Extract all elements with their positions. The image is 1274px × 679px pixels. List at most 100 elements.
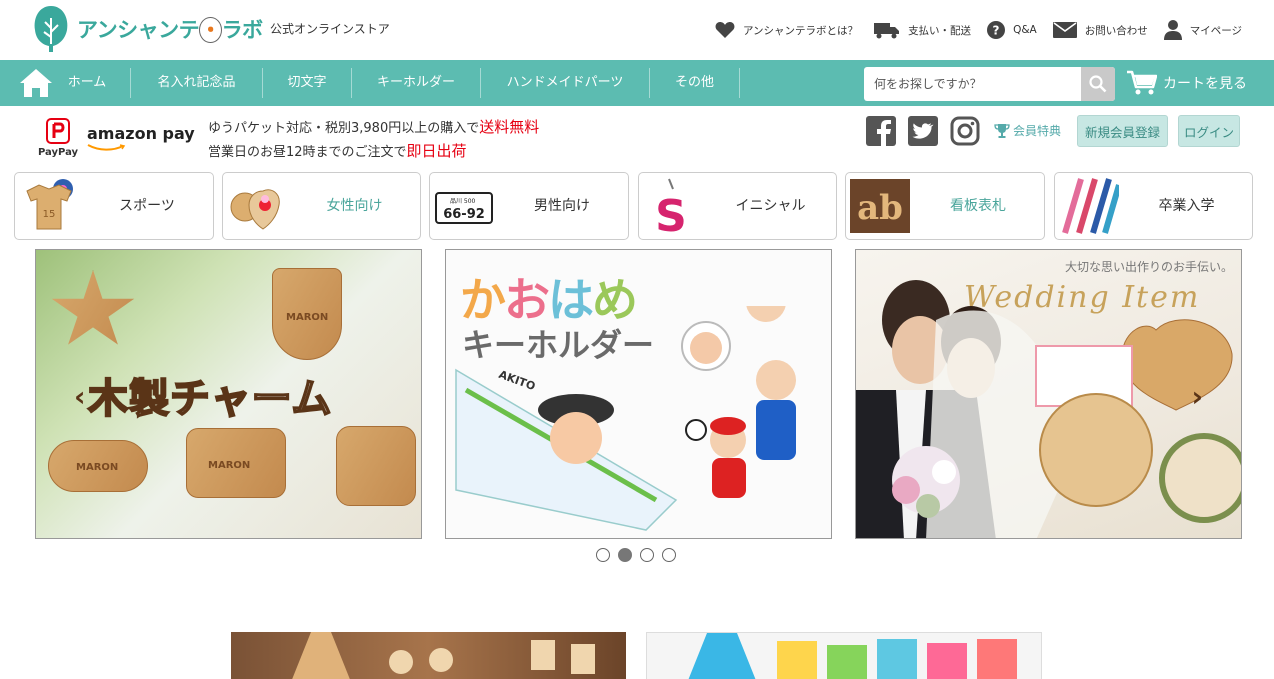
shipping-notice: ゆうパケット対応・税別3,980円以上の購入で送料無料 営業日のお昼12時までの… xyxy=(208,116,539,164)
site-logo[interactable]: アンシャンテ・ラボ xyxy=(32,4,263,54)
svg-text:S: S xyxy=(655,191,687,235)
category-initials-label: イニシャル xyxy=(735,198,806,214)
category-signboards[interactable]: ab 看板表札 xyxy=(845,172,1045,240)
charm-engraving: MARON xyxy=(208,460,251,471)
tree-logo-icon xyxy=(34,6,68,52)
carousel-dot[interactable] xyxy=(596,548,610,562)
feature-banner-acrylic-letters[interactable] xyxy=(646,632,1042,679)
carousel-prev-icon[interactable]: ‹ xyxy=(74,380,86,413)
carousel-dot-active[interactable] xyxy=(618,548,632,562)
banner-wooden-charms[interactable]: MARON MARON MARON ‹ 木製チャーム xyxy=(35,249,422,539)
nav-home[interactable]: ホーム xyxy=(62,60,112,106)
amazon-smile-icon xyxy=(87,144,126,151)
category-graduation-label: 卒業入学 xyxy=(1158,198,1215,214)
member-benefits-label: 会員特典 xyxy=(1013,124,1062,138)
nav-cut-letters[interactable]: 切文字 xyxy=(263,60,351,106)
nav-keychains[interactable]: キーホルダー xyxy=(352,60,480,106)
carousel-dot[interactable] xyxy=(662,548,676,562)
title-char: か xyxy=(460,273,506,327)
qa-link[interactable]: ? Q&A xyxy=(987,21,1037,39)
about-link-label: アンシャンテラボとは？ xyxy=(742,24,859,37)
dog-charm xyxy=(336,426,416,506)
member-benefits-link[interactable]: 会員特典 xyxy=(994,122,1061,139)
category-sports[interactable]: 15 スポーツ xyxy=(14,172,214,240)
amazon-pay-logo: amazon pay xyxy=(87,124,195,151)
same-day-text: 営業日のお昼12時までのご注文で xyxy=(208,145,407,160)
carousel-dot[interactable] xyxy=(640,548,654,562)
search-icon xyxy=(1089,75,1107,93)
paypay-icon xyxy=(46,118,70,144)
svg-text:品川 500: 品川 500 xyxy=(450,198,476,205)
main-nav: ホーム 名入れ記念品 切文字 キーホルダー ハンドメイドパーツ その他 カートを… xyxy=(0,60,1274,106)
about-link[interactable]: アンシャンテラボとは？ xyxy=(715,21,858,39)
carousel-indicators xyxy=(596,548,676,562)
truck-icon xyxy=(874,23,900,39)
user-icon xyxy=(1163,20,1182,40)
svg-text:?: ? xyxy=(993,24,1000,38)
free-shipping-highlight: 送料無料 xyxy=(479,118,540,136)
home-icon[interactable] xyxy=(19,67,53,99)
feature-banner-wood-letters[interactable] xyxy=(231,632,626,679)
pens-thumbnail xyxy=(1062,178,1119,234)
category-graduation[interactable]: 卒業入学 xyxy=(1054,172,1253,240)
mypage-link[interactable]: マイページ xyxy=(1163,20,1242,40)
shirt-keychain-thumbnail: 15 xyxy=(26,179,73,230)
nav-engraved-gifts[interactable]: 名入れ記念品 xyxy=(131,60,262,106)
search-box xyxy=(864,67,1115,101)
login-button[interactable]: ログイン xyxy=(1178,115,1240,147)
shipping-link-label: 支払い・配送 xyxy=(908,24,972,37)
carousel-next-icon[interactable]: › xyxy=(1191,380,1203,413)
wooden-charm-title: 木製チャーム xyxy=(87,375,333,423)
question-icon: ? xyxy=(987,21,1006,39)
svg-text:ab: ab xyxy=(857,188,903,228)
social-links xyxy=(866,116,980,146)
mail-icon xyxy=(1052,22,1077,38)
nav-handmade-parts[interactable]: ハンドメイドパーツ xyxy=(481,60,649,106)
banner-wedding-items[interactable]: 大切な思い出作りのお手伝い。 Wedding Item › xyxy=(855,249,1242,539)
paypay-label: PayPay xyxy=(38,147,79,158)
category-signboards-label: 看板表札 xyxy=(950,198,1006,214)
search-input[interactable] xyxy=(864,67,1081,101)
free-shipping-text: ゆうパケット対応・税別3,980円以上の購入で xyxy=(208,121,480,136)
header-links: アンシャンテラボとは？ 支払い・配送 ? Q&A お問い合わせ マイページ xyxy=(715,20,1242,40)
acrylic-letters-image xyxy=(688,633,1017,679)
qa-link-label: Q&A xyxy=(1013,24,1037,36)
cart-button[interactable]: カートを見る xyxy=(1127,60,1247,106)
category-men-label: 男性向け xyxy=(534,198,590,214)
license-plate-thumbnail: 品川 500 66-92 xyxy=(435,192,493,224)
title-char: め xyxy=(592,273,638,327)
category-sports-label: スポーツ xyxy=(119,198,175,214)
banner-face-keychains[interactable]: かおはめ キーホルダー AKITO xyxy=(445,249,832,539)
ab-wood-thumbnail: ab xyxy=(850,179,910,233)
twitter-icon[interactable] xyxy=(908,116,938,146)
trophy-icon xyxy=(994,124,1010,138)
letter-s-thumbnail: S xyxy=(655,178,687,235)
contact-link[interactable]: お問い合わせ xyxy=(1052,21,1148,39)
logo-text: アンシャンテ・ラボ xyxy=(77,17,263,43)
search-button[interactable] xyxy=(1081,67,1115,101)
title-char: は xyxy=(548,273,594,327)
same-day-highlight: 即日出荷 xyxy=(406,142,467,160)
register-button[interactable]: 新規会員登録 xyxy=(1077,115,1168,147)
site-header: アンシャンテ・ラボ 公式オンラインストア アンシャンテラボとは？ 支払い・配送 … xyxy=(0,0,1274,60)
category-women[interactable]: 女性向け xyxy=(222,172,421,240)
category-men[interactable]: 品川 500 66-92 男性向け xyxy=(429,172,629,240)
nav-other[interactable]: その他 xyxy=(650,60,739,106)
shipping-line-1: ゆうパケット対応・税別3,980円以上の購入で送料無料 xyxy=(208,116,539,140)
title-char: お xyxy=(504,273,550,327)
amazon-pay-label: amazon pay xyxy=(87,124,195,143)
wedding-photo-illustration xyxy=(856,280,1241,538)
heart-icon xyxy=(715,22,735,38)
star-charm xyxy=(51,270,135,345)
svg-text:15: 15 xyxy=(43,209,56,220)
astronaut-keychain-illustration xyxy=(681,306,786,371)
mypage-link-label: マイページ xyxy=(1189,24,1242,37)
facebook-icon[interactable] xyxy=(866,116,896,146)
shipping-link[interactable]: 支払い・配送 xyxy=(874,21,971,39)
svg-text:66-92: 66-92 xyxy=(443,207,485,222)
shipping-line-2: 営業日のお昼12時までのご注文で即日出荷 xyxy=(208,140,539,164)
tagline: 公式オンラインストア xyxy=(270,22,390,36)
instagram-icon[interactable] xyxy=(950,116,980,146)
category-women-label: 女性向け xyxy=(326,198,383,214)
category-initials[interactable]: S イニシャル xyxy=(638,172,837,240)
